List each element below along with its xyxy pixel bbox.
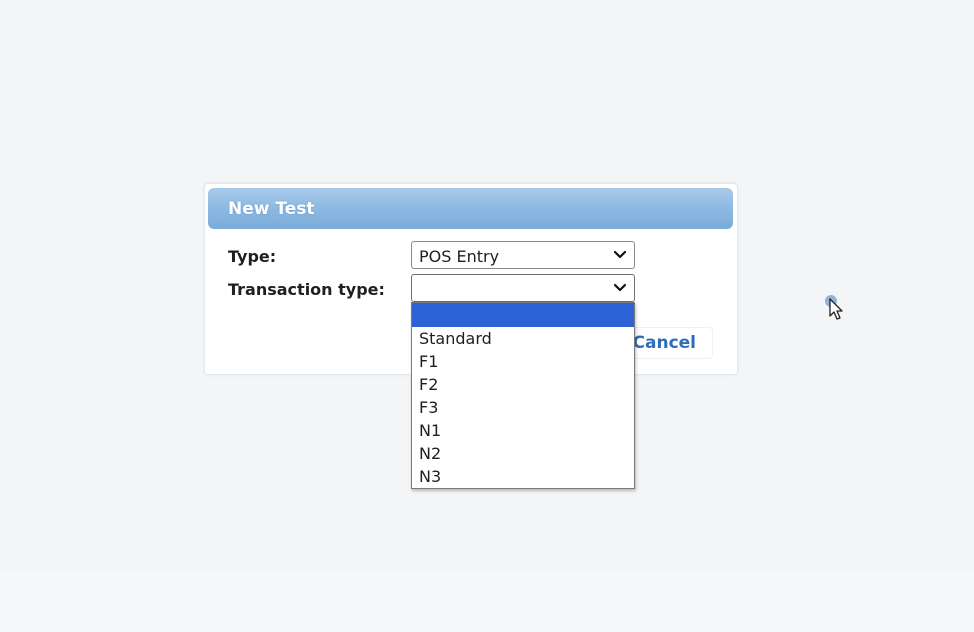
dropdown-option-n2[interactable]: N2 [412, 442, 634, 465]
dropdown-option-blank[interactable] [412, 303, 634, 327]
dropdown-option-n3[interactable]: N3 [412, 465, 634, 488]
dropdown-option-f1[interactable]: F1 [412, 350, 634, 373]
transaction-type-select[interactable] [411, 274, 635, 302]
dropdown-option-f3[interactable]: F3 [412, 396, 634, 419]
page: New Test Type: POS Entry Transaction typ… [0, 0, 974, 632]
type-select-value: POS Entry [419, 247, 500, 266]
footer-band [0, 572, 974, 632]
mouse-cursor-icon [825, 295, 843, 320]
dialog-title: New Test [228, 199, 315, 219]
type-label: Type: [228, 247, 277, 266]
transaction-type-dropdown: Standard F1 F2 F3 N1 N2 N3 [411, 302, 635, 489]
type-select[interactable]: POS Entry [411, 241, 635, 269]
dropdown-option-f2[interactable]: F2 [412, 373, 634, 396]
chevron-down-icon [613, 250, 627, 259]
transaction-type-label: Transaction type: [228, 280, 385, 299]
dropdown-option-n1[interactable]: N1 [412, 419, 634, 442]
dialog-header: New Test [208, 188, 733, 229]
dropdown-option-standard[interactable]: Standard [412, 327, 634, 350]
chevron-down-icon [613, 283, 627, 292]
cancel-button[interactable]: Cancel [625, 327, 713, 359]
